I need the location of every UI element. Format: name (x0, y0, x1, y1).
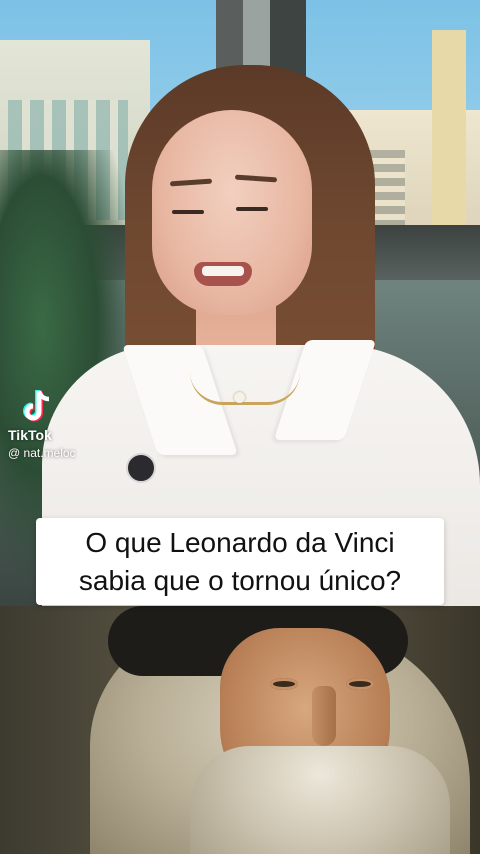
tiktok-brand-label: TikTok (8, 427, 52, 443)
portrait-eye-right (346, 678, 374, 690)
pearl-pendant (234, 392, 245, 403)
caption-line-1: O que Leonardo da Vinci (85, 527, 395, 558)
video-frame[interactable]: TikTok @ nat.meloc O que Leonardo da Vin… (0, 0, 480, 854)
caption-line-2: sabia que o tornou único? (78, 565, 402, 596)
portrait-eye-left (270, 678, 298, 690)
necklace (190, 372, 300, 405)
speaker-eye-left (172, 210, 204, 214)
speaker-eye-right (236, 207, 268, 211)
portrait-beard (190, 746, 450, 854)
portrait-nose (312, 686, 336, 746)
tiktok-watermark: TikTok @ nat.meloc (8, 388, 76, 460)
shirt-pin (126, 453, 156, 483)
speaker-mouth (194, 262, 252, 286)
tiktok-username: @ nat.meloc (8, 446, 76, 460)
tiktok-logo-icon (23, 390, 50, 422)
leonardo-da-vinci-portrait (0, 606, 480, 854)
caption-box: O que Leonardo da Vinci sabia que o torn… (36, 518, 444, 605)
